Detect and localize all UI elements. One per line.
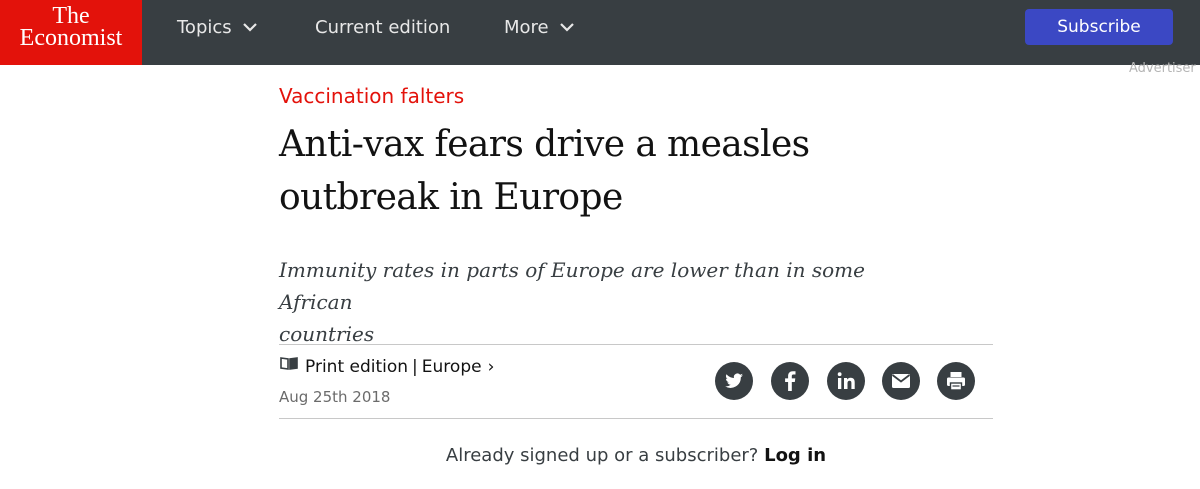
logo-line-2: Economist bbox=[19, 25, 123, 51]
share-email-button[interactable] bbox=[882, 362, 920, 400]
share-twitter-button[interactable] bbox=[715, 362, 753, 400]
economist-logo[interactable]: The Economist bbox=[0, 0, 142, 65]
section-label: Europe bbox=[421, 357, 482, 377]
section-separator: | bbox=[412, 357, 418, 377]
divider bbox=[279, 344, 993, 345]
advertisement-label: Advertiser bbox=[1129, 61, 1196, 76]
book-icon bbox=[279, 355, 299, 376]
email-icon bbox=[891, 374, 911, 388]
signup-prompt: Already signed up or a subscriber? Log i… bbox=[0, 445, 1200, 466]
top-navigation-bar: The Economist Topics Current edition Mor… bbox=[0, 0, 1200, 65]
rubric-line-2: countries bbox=[279, 322, 375, 346]
nav-topics-label: Topics bbox=[177, 17, 232, 38]
chevron-down-icon bbox=[243, 0, 258, 54]
share-facebook-button[interactable] bbox=[771, 362, 809, 400]
facebook-icon bbox=[785, 371, 796, 391]
print-icon bbox=[947, 372, 965, 391]
print-edition-label: Print edition bbox=[305, 357, 409, 377]
login-link[interactable]: Log in bbox=[764, 445, 826, 466]
headline-line-2: outbreak in Europe bbox=[279, 177, 623, 218]
print-edition-section-link[interactable]: Print edition | Europe › bbox=[279, 357, 494, 377]
headline-line-1: Anti-vax fears drive a measles bbox=[279, 124, 810, 165]
share-linkedin-button[interactable] bbox=[827, 362, 865, 400]
linkedin-icon bbox=[837, 372, 855, 389]
subscribe-button[interactable]: Subscribe bbox=[1025, 9, 1173, 45]
chevron-right-icon: › bbox=[487, 357, 495, 377]
article-date: Aug 25th 2018 bbox=[279, 388, 391, 406]
rubric-line-1: Immunity rates in parts of Europe are lo… bbox=[279, 258, 865, 314]
nav-current-edition-label: Current edition bbox=[315, 17, 451, 38]
signup-prompt-text: Already signed up or a subscriber? bbox=[445, 445, 759, 466]
nav-more-label: More bbox=[504, 17, 549, 38]
divider bbox=[279, 418, 993, 419]
nav-more[interactable]: More bbox=[504, 0, 575, 55]
nav-topics[interactable]: Topics bbox=[177, 0, 258, 55]
twitter-icon bbox=[725, 373, 743, 388]
article-headline: Anti-vax fears drive a measles outbreak … bbox=[279, 118, 899, 224]
share-print-button[interactable] bbox=[937, 362, 975, 400]
article-flytitle[interactable]: Vaccination falters bbox=[279, 84, 464, 108]
nav-current-edition[interactable]: Current edition bbox=[315, 0, 450, 55]
chevron-down-icon bbox=[560, 0, 575, 54]
article-rubric: Immunity rates in parts of Europe are lo… bbox=[279, 254, 919, 350]
